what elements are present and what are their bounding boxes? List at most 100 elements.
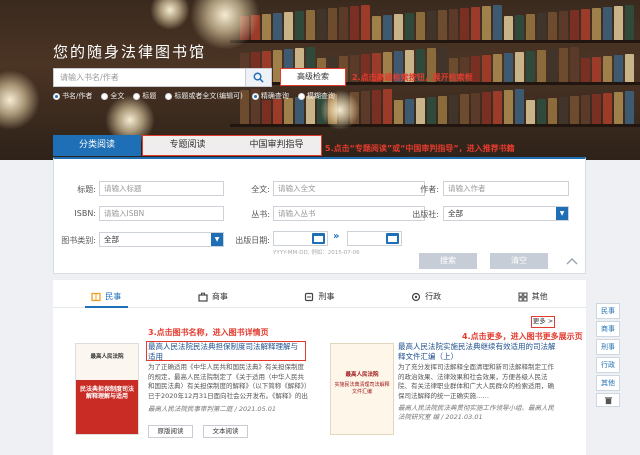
calendar-icon[interactable] <box>312 233 325 244</box>
book-spine <box>284 98 293 124</box>
book-spine <box>526 51 535 82</box>
sidenav-civil[interactable]: 民事 <box>596 303 620 319</box>
sidenav-commercial[interactable]: 商事 <box>596 321 620 337</box>
annotation-tabs: 5.点击“专题阅读”或“中国审判指导”，进入推荐书籍 <box>325 144 515 153</box>
cat-tab-criminal[interactable]: 刑事 <box>266 286 373 307</box>
search-input[interactable]: 请输入书名/作者 <box>53 68 246 87</box>
fulltext-label: 全文: <box>251 185 270 194</box>
cat-tab-commercial[interactable]: 商事 <box>160 286 267 307</box>
book-spine <box>625 54 634 82</box>
book-spine <box>328 8 337 40</box>
gavel-icon <box>305 292 314 301</box>
advanced-search-panel: 标题: 请输入标题 全文: 请输入全文 作者: 请输入作者 ISBN: 请输入I… <box>53 157 586 274</box>
side-nav: 民事 商事 刑事 行政 其他 <box>596 303 622 407</box>
book-icon <box>91 292 101 301</box>
book-spine <box>350 6 359 40</box>
book-spine <box>493 5 502 40</box>
page-title: 您的随身法律图书馆 <box>53 43 207 61</box>
book-spine <box>262 100 271 124</box>
publisher-select[interactable]: 全部 ▼ <box>443 206 569 221</box>
category-tabs: 民事 商事 刑事 行政 其他 <box>53 286 586 308</box>
title-input[interactable]: 请输入标题 <box>99 181 224 196</box>
book-spine <box>515 52 524 82</box>
book-cover[interactable]: 最高人民法院 实施民法典清理司法解释文件汇编 <box>330 343 394 435</box>
book-spine <box>592 57 601 82</box>
book-spine <box>504 53 513 82</box>
book-spine <box>482 6 491 40</box>
author-input[interactable]: 请输入作者 <box>443 181 569 196</box>
title-label: 标题: <box>77 185 96 194</box>
book-spine <box>614 92 623 124</box>
book-spine <box>581 58 590 82</box>
advanced-search-button[interactable]: 高级检索 <box>280 68 346 86</box>
search-submit-button[interactable]: 搜索 <box>419 253 477 269</box>
sidenav-criminal[interactable]: 刑事 <box>596 339 620 355</box>
book-meta: 最高人民法院民事审判第二庭 / 2021.05.01 <box>148 405 277 413</box>
chevron-down-icon: ▼ <box>556 207 568 220</box>
cat-tab-civil[interactable]: 民事 <box>53 286 160 308</box>
book-spine <box>537 50 546 82</box>
book-spine <box>383 89 392 124</box>
book-spine <box>581 95 590 124</box>
tab-special-reading[interactable]: 专题阅读 <box>143 136 232 157</box>
radio-fulltext[interactable]: 全文 <box>101 91 124 101</box>
radio-heading-or-fulltext[interactable]: 标题或者全文(编辑可) <box>165 91 243 101</box>
search-mode-radios: 书名/作者 全文 标题 标题或者全文(编辑可) 精确查询 模糊查询 <box>53 91 335 101</box>
series-label: 丛书: <box>251 210 270 219</box>
book-title-link[interactable]: 最高人民法院民法典担保制度司法解释理解与适用 <box>148 342 304 362</box>
text-read-button[interactable]: 文本阅读 <box>203 425 248 438</box>
book-spine <box>361 5 370 40</box>
original-read-button[interactable]: 原版阅读 <box>148 425 193 438</box>
more-link[interactable]: 更多 > <box>531 316 555 328</box>
publisher-label: 出版社: <box>412 210 439 219</box>
calendar-icon[interactable] <box>386 233 399 244</box>
book-description: 为了正确适用《中华人民共和国民法典》有关担保制度的规定，最高人民法院制定了《关于… <box>148 363 308 400</box>
book-spine <box>471 93 480 124</box>
book-spine <box>559 11 568 40</box>
tab-trial-guidance[interactable]: 中国审判指导 <box>232 136 321 157</box>
book-spine <box>482 92 491 124</box>
cat-tab-other[interactable]: 其他 <box>479 286 586 307</box>
cat-tab-administrative[interactable]: 行政 <box>373 286 480 307</box>
book-description: 为了充分发挥司法解释全面清理和新司法解释制定工作的政治效果、法律效果和社会效果，… <box>398 363 554 400</box>
book-spine <box>559 48 568 82</box>
isbn-input[interactable]: 请输入ISBN <box>99 206 224 221</box>
book-spine <box>559 97 568 124</box>
author-label: 作者: <box>420 185 439 194</box>
category-select[interactable]: 全部 ▼ <box>99 232 224 247</box>
book-title-link[interactable]: 最高人民法院实施民法典继续有效适用的司法解释文件汇编（上） <box>398 342 560 362</box>
book-spine <box>427 11 436 40</box>
radio-title-author[interactable]: 书名/作者 <box>53 91 92 101</box>
chevron-down-icon: ▼ <box>211 233 223 246</box>
date-label: 出版日期: <box>235 236 270 245</box>
book-cover[interactable]: 最高人民法院 民法典担保制度司法解释理解与适用 <box>75 343 139 435</box>
book-spine <box>416 12 425 40</box>
settings-icon <box>411 292 421 301</box>
book-spine <box>317 9 326 40</box>
sidenav-administrative[interactable]: 行政 <box>596 357 620 373</box>
book-spine <box>603 7 612 40</box>
radio-heading[interactable]: 标题 <box>133 91 156 101</box>
book-spine <box>394 100 403 124</box>
radio-fuzzy[interactable]: 模糊查询 <box>297 91 335 101</box>
book-spine <box>339 7 348 40</box>
book-spine <box>306 10 315 40</box>
book-spine <box>471 7 480 40</box>
book-spine <box>614 55 623 82</box>
book-spine <box>504 16 513 40</box>
collapse-icon[interactable] <box>566 257 578 265</box>
search-button[interactable] <box>246 68 272 87</box>
clear-button[interactable]: 清空 <box>490 253 548 269</box>
book-spine <box>361 91 370 124</box>
back-to-top-button[interactable] <box>596 393 620 407</box>
sidenav-other[interactable]: 其他 <box>596 375 620 391</box>
book-spine <box>537 13 546 40</box>
book-spine <box>625 91 634 124</box>
book-spine <box>603 93 612 124</box>
trash-icon <box>604 396 612 404</box>
book-spine <box>570 96 579 124</box>
tab-category-reading[interactable]: 分类阅读 <box>53 135 141 156</box>
book-spine <box>449 9 458 40</box>
book-spine <box>548 12 557 40</box>
radio-exact[interactable]: 精确查询 <box>251 91 289 101</box>
